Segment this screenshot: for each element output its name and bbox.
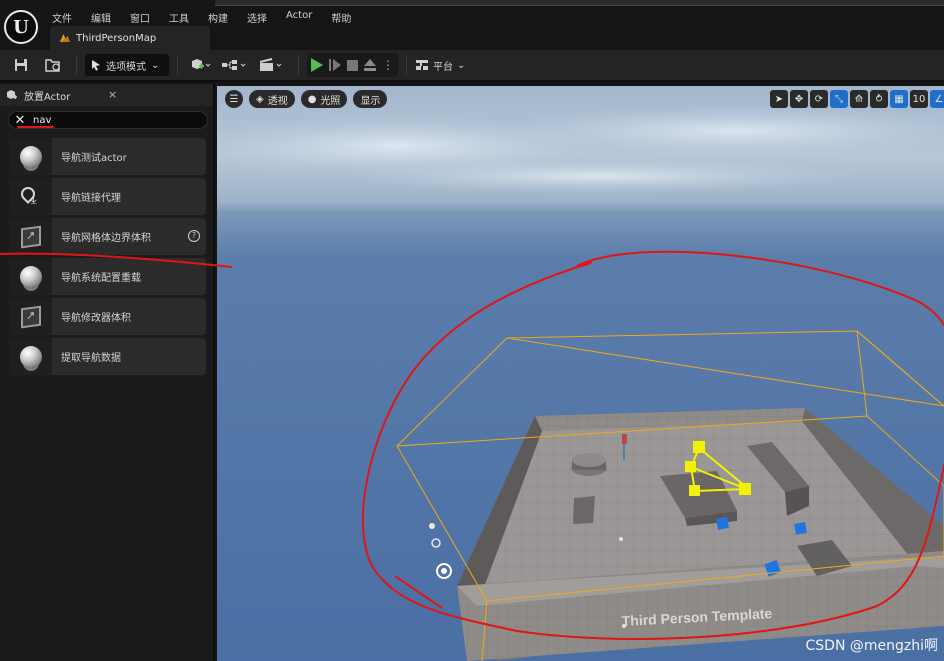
sphere-lit-icon: ● — [307, 93, 317, 105]
ramp-block[interactable] — [573, 496, 595, 524]
annotation-line-svg — [0, 252, 233, 268]
rotate-icon[interactable]: ⟳ — [810, 90, 828, 108]
level-viewport[interactable]: Third Person Template ☰ ◈ 透视 ● 光照 显示 ➤ ✥… — [217, 86, 944, 661]
actor-item-nav-link-proxy[interactable]: 导航链接代理 — [9, 178, 206, 215]
place-actor-icon — [7, 90, 17, 99]
panel-title: 放置Actor — [24, 91, 71, 103]
stop-icon[interactable] — [347, 59, 358, 71]
perspective-label: 透视 — [267, 95, 288, 107]
toolbar-divider — [298, 55, 299, 75]
grid-snap-icon[interactable]: ▦ — [890, 90, 908, 108]
surface-snap-icon[interactable]: ⥁ — [870, 90, 888, 108]
actor-item-label: 导航链接代理 — [61, 193, 121, 204]
show-label: 显示 — [360, 95, 381, 107]
actor-item-label: 导航修改器体积 — [61, 313, 131, 324]
menu-window[interactable]: 窗口 — [130, 10, 150, 25]
annotation-line — [0, 252, 233, 268]
perspective-button[interactable]: ◈ 透视 — [249, 90, 295, 108]
blueprint-icon[interactable] — [216, 54, 254, 76]
cylinder-mesh-top — [572, 453, 606, 467]
actor-item-nav-test[interactable]: 导航测试actor — [9, 138, 206, 175]
mode-select-label: 选项模式 — [106, 61, 146, 73]
chevron-down-icon: ⌄ — [151, 59, 160, 71]
viewport-toolbar-right: ➤ ✥ ⟳ ⤡ ⟰ ⥁ ▦ 10 ∠ — [770, 90, 944, 108]
cinematics-icon[interactable] — [254, 54, 290, 76]
actor-item-label: 提取导航数据 — [61, 353, 121, 364]
main-menu: 文件 编辑 窗口 工具 构建 选择 Actor 帮助 — [52, 10, 370, 25]
platforms-menu[interactable]: 平台 ⌄ — [415, 54, 465, 76]
sphere-icon — [19, 345, 42, 368]
play-controls: ⋮ — [307, 53, 398, 77]
save-icon[interactable] — [4, 54, 38, 76]
step-icon[interactable] — [329, 59, 341, 71]
menu-help[interactable]: 帮助 — [331, 10, 351, 25]
lighting-button[interactable]: ● 光照 — [300, 90, 348, 108]
search-input[interactable] — [33, 114, 193, 126]
main-toolbar: 选项模式 ⌄ ⋮ 平台 ⌄ — [0, 50, 944, 82]
menu-build[interactable]: 构建 — [208, 10, 228, 25]
grid-snap-value[interactable]: 10 — [910, 90, 928, 108]
viewport-toolbar-left: ☰ ◈ 透视 ● 光照 显示 — [225, 90, 388, 108]
title-bar-strip — [215, 0, 944, 6]
blue-cube[interactable] — [716, 517, 729, 530]
watermark: CSDN @mengzhi啊 — [805, 638, 939, 654]
blue-cube[interactable] — [794, 522, 807, 535]
more-options-icon[interactable]: ⋮ — [382, 58, 394, 72]
play-icon[interactable] — [311, 58, 323, 72]
place-actors-panel: 放置Actor × ✕ 导航测试actor 导航链接代理 导航网格体边界体积 ?… — [0, 84, 215, 661]
cube-icon: ◈ — [256, 93, 264, 105]
menu-select[interactable]: 选择 — [247, 10, 267, 25]
menu-tools[interactable]: 工具 — [169, 10, 189, 25]
volume-cube-icon — [20, 305, 41, 328]
content-browser-icon[interactable] — [38, 54, 68, 76]
mode-select-icon — [92, 60, 100, 71]
level-tab-label: ThirdPersonMap — [76, 32, 157, 44]
platforms-label: 平台 — [433, 61, 453, 73]
actor-item-label: 导航测试actor — [61, 153, 127, 164]
menu-bar: U 文件 编辑 窗口 工具 构建 选择 Actor 帮助 ThirdPerson… — [0, 0, 944, 50]
toolbar-divider — [76, 55, 77, 75]
actor-thumb — [9, 298, 52, 335]
actor-thumb — [9, 178, 52, 215]
platforms-icon — [416, 60, 428, 70]
annotation-underline — [17, 126, 54, 128]
viewport-scene: Third Person Template — [217, 105, 944, 661]
select-mode-icon[interactable]: ➤ — [770, 90, 788, 108]
map-icon — [60, 34, 70, 42]
world-space-icon[interactable]: ⟰ — [850, 90, 868, 108]
sphere-icon — [19, 145, 42, 168]
mode-select-dropdown[interactable]: 选项模式 ⌄ — [85, 54, 169, 76]
actor-thumb — [9, 338, 52, 375]
menu-file[interactable]: 文件 — [52, 10, 72, 25]
actor-thumb — [9, 138, 52, 175]
actor-item-nav-modifier-volume[interactable]: 导航修改器体积 — [9, 298, 206, 335]
chevron-down-icon: ⌄ — [457, 59, 466, 71]
lighting-label: 光照 — [320, 95, 341, 107]
actor-item-label: 导航系统配置重载 — [61, 273, 141, 284]
place-actors-tab[interactable]: 放置Actor × — [0, 84, 213, 106]
nav-link-icon — [19, 185, 43, 209]
eject-icon[interactable] — [364, 59, 376, 71]
scale-icon[interactable]: ⤡ — [830, 90, 848, 108]
toolbar-divider — [406, 55, 407, 75]
show-button[interactable]: 显示 — [353, 90, 388, 108]
sky-cloud — [337, 158, 857, 194]
add-actor-icon[interactable] — [186, 54, 216, 76]
close-icon[interactable]: × — [108, 88, 117, 101]
toolbar-divider — [177, 55, 178, 75]
level-tab[interactable]: ThirdPersonMap — [50, 26, 210, 50]
menu-edit[interactable]: 编辑 — [91, 10, 111, 25]
rotation-snap-icon[interactable]: ∠ — [930, 90, 944, 108]
menu-actor[interactable]: Actor — [286, 10, 312, 25]
unreal-logo-icon[interactable]: U — [4, 10, 38, 44]
hamburger-menu-icon[interactable]: ☰ — [225, 90, 243, 108]
actor-item-extract-nav-data[interactable]: 提取导航数据 — [9, 338, 206, 375]
translate-icon[interactable]: ✥ — [790, 90, 808, 108]
